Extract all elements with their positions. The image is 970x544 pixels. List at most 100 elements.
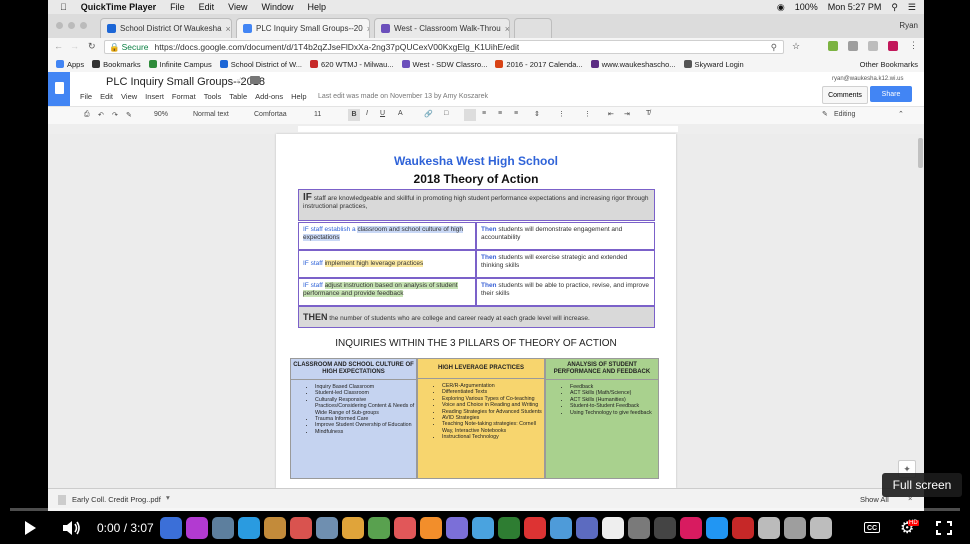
docs-home-icon[interactable] <box>48 72 70 106</box>
style-select[interactable]: Normal text <box>193 111 229 118</box>
chevron-up-icon[interactable]: ▾ <box>166 493 170 502</box>
bulleted-list-icon[interactable]: ⋮ <box>584 110 591 118</box>
scrollbar-thumb[interactable] <box>918 138 923 168</box>
bookmark-item[interactable]: 2016 - 2017 Calenda... <box>495 60 583 69</box>
menu-help[interactable]: Help <box>308 2 327 12</box>
docs-menu-addons[interactable]: Add-ons <box>255 92 283 101</box>
extension-icon[interactable] <box>868 41 878 51</box>
back-icon[interactable]: ← <box>54 41 63 51</box>
chrome-menu-icon[interactable]: ⋮ <box>909 40 918 51</box>
ruler[interactable] <box>48 124 924 134</box>
star-icon[interactable]: ☆ <box>236 76 245 87</box>
menu-view[interactable]: View <box>228 2 247 12</box>
line-spacing-icon[interactable]: ⇕ <box>534 110 540 118</box>
bookmark-item[interactable]: www.waukeshascho... <box>590 60 676 69</box>
download-file[interactable]: Early Coll. Credit Prog..pdf <box>72 495 161 504</box>
profile-name[interactable]: Ryan <box>899 21 918 30</box>
bookmark-item[interactable]: 620 WTMJ - Milwau... <box>310 60 394 69</box>
video-progress-bar[interactable] <box>10 508 960 511</box>
folder-icon[interactable] <box>250 76 260 84</box>
bookmark-item[interactable]: School District of W... <box>219 60 302 69</box>
battery-text[interactable]: 100% <box>795 2 818 12</box>
docs-menu-help[interactable]: Help <box>291 92 306 101</box>
docs-menu-tools[interactable]: Tools <box>204 92 222 101</box>
menu-list-icon[interactable]: ☰ <box>908 2 916 13</box>
menu-edit[interactable]: Edit <box>199 2 215 12</box>
play-icon[interactable] <box>22 520 38 536</box>
fullscreen-tooltip: Full screen <box>882 473 962 497</box>
docs-toolbar: ⎙ ↶ ↷ ✎ 90% Normal text Comfortaa 11 B I… <box>48 106 924 126</box>
text-color-icon[interactable]: A <box>398 110 403 117</box>
redo-icon[interactable]: ↷ <box>112 111 118 119</box>
underline-button[interactable]: U <box>380 110 385 117</box>
comment-icon[interactable]: □ <box>444 110 448 117</box>
paint-format-icon[interactable]: ✎ <box>126 111 132 119</box>
font-select[interactable]: Comfortaa <box>254 111 287 118</box>
link-icon[interactable]: 🔗 <box>424 110 433 118</box>
extension-icon[interactable] <box>888 41 898 51</box>
bookmark-item[interactable]: Bookmarks <box>92 60 141 69</box>
docs-menu-file[interactable]: File <box>80 92 92 101</box>
extension-icon[interactable] <box>848 41 858 51</box>
app-menu[interactable]: QuickTime Player <box>81 2 156 12</box>
search-icon[interactable]: ⚲ <box>771 42 777 53</box>
editing-mode-select[interactable]: Editing <box>834 111 855 118</box>
last-edit-text[interactable]: Last edit was made on November 13 by Amy… <box>318 93 488 100</box>
wifi-icon[interactable]: ◉ <box>777 2 785 13</box>
close-icon[interactable]: × <box>222 24 231 34</box>
align-center-icon[interactable]: ≡ <box>482 110 486 117</box>
clear-format-icon[interactable]: T̸ <box>646 110 650 117</box>
menu-file[interactable]: File <box>170 2 185 12</box>
clock[interactable]: Mon 5:27 PM <box>828 2 882 12</box>
bold-button[interactable]: B <box>348 109 360 121</box>
numbered-list-icon[interactable]: ⋮ <box>558 110 565 118</box>
bookmark-item[interactable]: Infinite Campus <box>148 60 212 69</box>
window-zoom-button[interactable] <box>80 22 87 29</box>
font-size-select[interactable]: 11 <box>314 111 321 118</box>
decrease-indent-icon[interactable]: ⇤ <box>608 110 614 118</box>
docs-menu-table[interactable]: Table <box>229 92 247 101</box>
account-email[interactable]: ryan@waukesha.k12.wi.us <box>832 76 903 82</box>
window-close-button[interactable] <box>56 22 63 29</box>
fullscreen-icon[interactable] <box>936 521 952 535</box>
forward-icon[interactable]: → <box>70 41 79 51</box>
docs-menu-view[interactable]: View <box>121 92 137 101</box>
docs-header: PLC Inquiry Small Groups--2018 ☆ File Edi… <box>48 72 924 106</box>
align-left-button[interactable] <box>464 109 476 121</box>
italic-button[interactable]: I <box>366 110 368 117</box>
docs-menu-edit[interactable]: Edit <box>100 92 113 101</box>
close-icon[interactable]: × <box>501 24 509 34</box>
tab-west-classroom[interactable]: West - Classroom Walk-Throu × <box>374 18 510 38</box>
share-button[interactable]: Share <box>870 86 912 102</box>
captions-button[interactable]: CC <box>864 522 880 533</box>
increase-indent-icon[interactable]: ⇥ <box>624 110 630 118</box>
other-bookmarks[interactable]: Other Bookmarks <box>860 60 918 69</box>
spotlight-icon[interactable]: ⚲ <box>891 2 898 13</box>
window-minimize-button[interactable] <box>68 22 75 29</box>
comments-button[interactable]: Comments <box>822 86 868 104</box>
bookmark-item[interactable]: Apps <box>56 60 84 69</box>
tab-school-district[interactable]: School District Of Waukesha × <box>100 18 232 38</box>
volume-icon[interactable] <box>62 520 82 536</box>
extension-icon[interactable] <box>828 41 838 51</box>
print-icon[interactable]: ⎙ <box>84 111 90 119</box>
undo-icon[interactable]: ↶ <box>98 111 104 119</box>
close-icon[interactable]: × <box>363 24 369 34</box>
docs-menu-insert[interactable]: Insert <box>145 92 164 101</box>
document-page[interactable]: Waukesha West High School 2018 Theory of… <box>276 134 676 488</box>
new-tab-button[interactable] <box>514 18 552 38</box>
menu-window[interactable]: Window <box>262 2 294 12</box>
pencil-icon[interactable]: ✎ <box>822 110 828 118</box>
collapse-toolbar-icon[interactable]: ⌃ <box>898 110 904 118</box>
bookmark-star-icon[interactable]: ☆ <box>792 41 800 52</box>
reload-icon[interactable]: ↻ <box>88 41 96 52</box>
align-right-icon[interactable]: ≡ <box>498 110 502 117</box>
zoom-select[interactable]: 90% <box>154 111 168 118</box>
docs-menu-format[interactable]: Format <box>172 92 196 101</box>
url-field[interactable]: 🔒 Secure https://docs.google.com/documen… <box>104 40 784 54</box>
justify-icon[interactable]: ≡ <box>514 110 518 117</box>
bookmark-item[interactable]: Skyward Login <box>683 60 744 69</box>
bookmark-item[interactable]: West - SDW Classro... <box>401 60 487 69</box>
tab-plc-inquiry[interactable]: PLC Inquiry Small Groups--20 × <box>236 18 370 38</box>
apple-menu-icon[interactable]:  <box>60 2 67 12</box>
